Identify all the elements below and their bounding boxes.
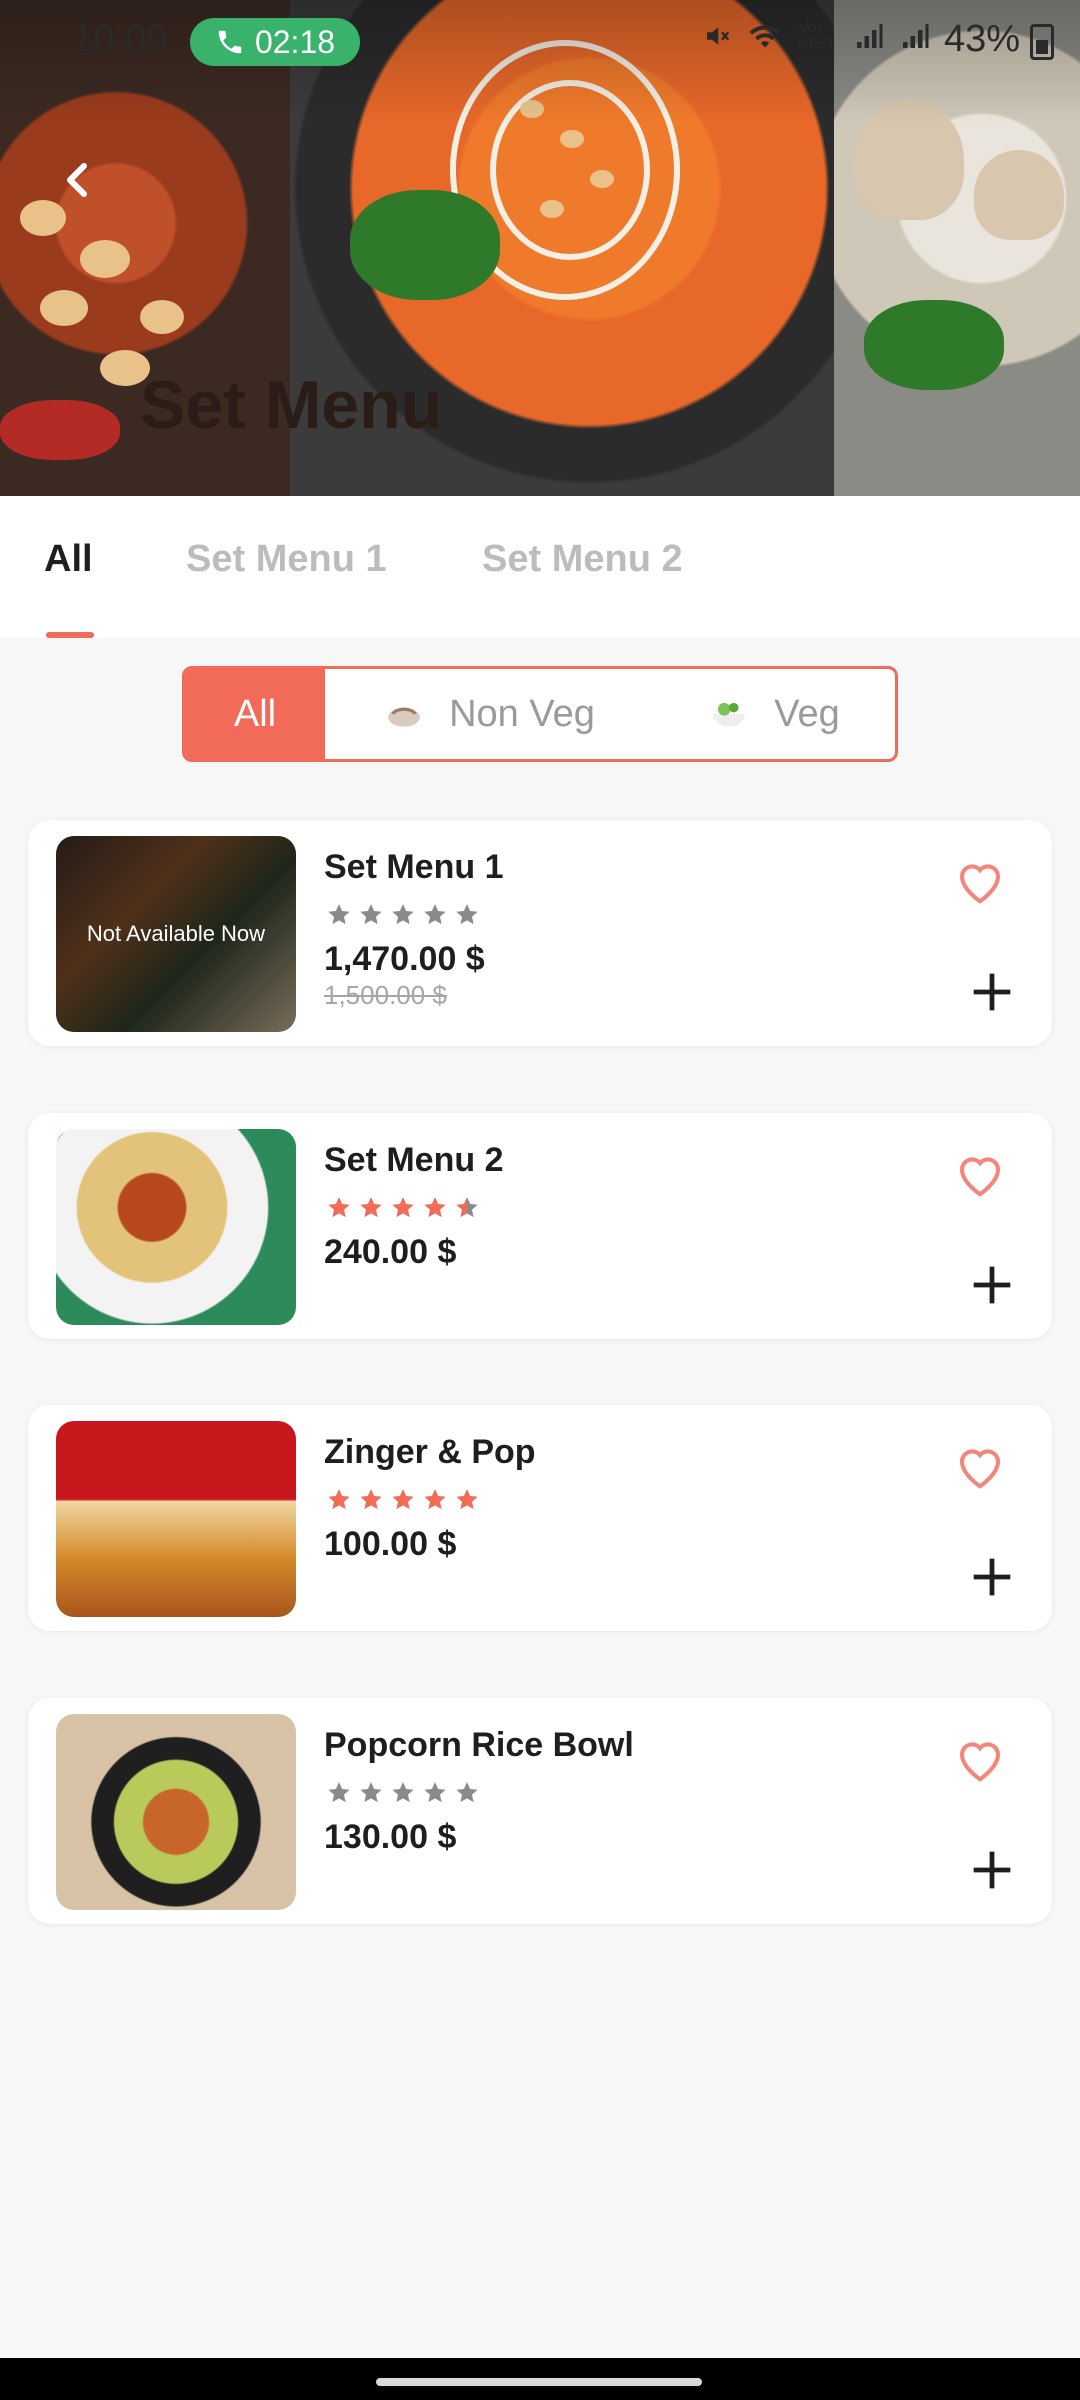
- filter-all[interactable]: All: [185, 669, 325, 759]
- item-old-price: 1,500.00 $: [324, 980, 447, 1010]
- chevron-left-icon[interactable]: [54, 156, 102, 204]
- star-icon: [360, 1782, 382, 1803]
- mute-icon: [707, 27, 730, 45]
- rating-stars: [326, 1195, 480, 1221]
- item-image: Not Available Now: [56, 836, 296, 1032]
- signal-2-icon: [903, 24, 929, 48]
- heart-outline-icon[interactable]: [952, 1147, 1008, 1201]
- heart-outline-icon[interactable]: [952, 1732, 1008, 1786]
- battery-percent: 43%: [943, 18, 1020, 60]
- menu-item-card[interactable]: Set Menu 2 240.00 $: [28, 1113, 1052, 1339]
- plus-icon[interactable]: [970, 970, 1014, 1014]
- hero-banner: 10:09 02:18 Vo) LTE1 43% Set Menu: [0, 0, 1080, 496]
- star-icon: [328, 1197, 350, 1218]
- star-icon: [328, 1489, 350, 1510]
- item-price: 1,470.00 $: [324, 940, 485, 978]
- item-image: [56, 1421, 296, 1617]
- filter-non-veg[interactable]: Non Veg: [325, 669, 655, 759]
- status-time: 10:09: [72, 18, 168, 60]
- plus-icon[interactable]: [970, 1263, 1014, 1307]
- rating-stars: [326, 1780, 480, 1806]
- battery-icon: [1030, 24, 1054, 60]
- meat-icon: [388, 707, 420, 727]
- star-icon: [360, 1489, 382, 1510]
- filter-non-veg-label: Non Veg: [449, 692, 595, 735]
- menu-item-card[interactable]: Not Available Now Set Menu 1 1,470.00 $ …: [28, 820, 1052, 1046]
- star-icon: [328, 1782, 350, 1803]
- home-indicator[interactable]: [376, 2378, 702, 2386]
- wifi-icon: [749, 25, 781, 48]
- status-bar: 10:09 02:18 Vo) LTE1 43%: [0, 0, 1080, 76]
- menu-item-card[interactable]: Zinger & Pop 100.00 $: [28, 1405, 1052, 1631]
- phone-icon: [218, 30, 242, 54]
- item-price: 240.00 $: [324, 1233, 457, 1271]
- salad-icon: [713, 702, 746, 727]
- star-icon: [424, 1489, 446, 1510]
- tab-all[interactable]: All: [44, 538, 93, 581]
- system-nav-bar: [0, 2358, 1080, 2400]
- item-name: Zinger & Pop: [324, 1433, 536, 1471]
- star-icon: [392, 1197, 414, 1218]
- item-name: Popcorn Rice Bowl: [324, 1726, 634, 1764]
- network-type: Vo) LTE1: [798, 19, 836, 52]
- star-icon: [456, 1782, 478, 1803]
- item-image: [56, 1714, 296, 1910]
- star-icon: [328, 904, 350, 925]
- star-icon: [424, 1782, 446, 1803]
- heart-outline-icon[interactable]: [952, 1439, 1008, 1493]
- star-icon: [392, 1489, 414, 1510]
- tab-set-menu-2[interactable]: Set Menu 2: [482, 538, 683, 581]
- menu-item-card[interactable]: Popcorn Rice Bowl 130.00 $: [28, 1698, 1052, 1924]
- heart-outline-icon[interactable]: [952, 854, 1008, 908]
- item-name: Set Menu 2: [324, 1141, 504, 1179]
- filter-veg[interactable]: Veg: [655, 669, 895, 759]
- rating-stars: [326, 902, 480, 928]
- not-available-label: Not Available Now: [56, 836, 296, 1032]
- rating-stars: [326, 1487, 480, 1513]
- star-icon: [456, 1197, 478, 1218]
- ongoing-call-pill[interactable]: 02:18: [190, 18, 360, 66]
- diet-filter: All Non Veg Veg: [182, 666, 898, 762]
- signal-icon: [857, 24, 883, 48]
- item-price: 100.00 $: [324, 1525, 457, 1563]
- call-duration: 02:18: [254, 23, 336, 60]
- star-icon: [456, 1489, 478, 1510]
- star-icon: [360, 904, 382, 925]
- star-icon: [456, 904, 478, 925]
- tab-set-menu-1[interactable]: Set Menu 1: [186, 538, 387, 581]
- star-icon: [424, 1197, 446, 1218]
- star-icon: [392, 1782, 414, 1803]
- page-title: Set Menu: [140, 367, 443, 443]
- plus-icon[interactable]: [970, 1848, 1014, 1892]
- active-tab-indicator: [46, 632, 94, 638]
- star-icon: [360, 1197, 382, 1218]
- category-tabs: All Set Menu 1 Set Menu 2: [0, 496, 1080, 638]
- item-name: Set Menu 1: [324, 848, 504, 886]
- plus-icon[interactable]: [970, 1555, 1014, 1599]
- item-price: 130.00 $: [324, 1818, 457, 1856]
- item-image: [56, 1129, 296, 1325]
- filter-veg-label: Veg: [774, 692, 840, 735]
- star-icon: [424, 904, 446, 925]
- star-icon: [392, 904, 414, 925]
